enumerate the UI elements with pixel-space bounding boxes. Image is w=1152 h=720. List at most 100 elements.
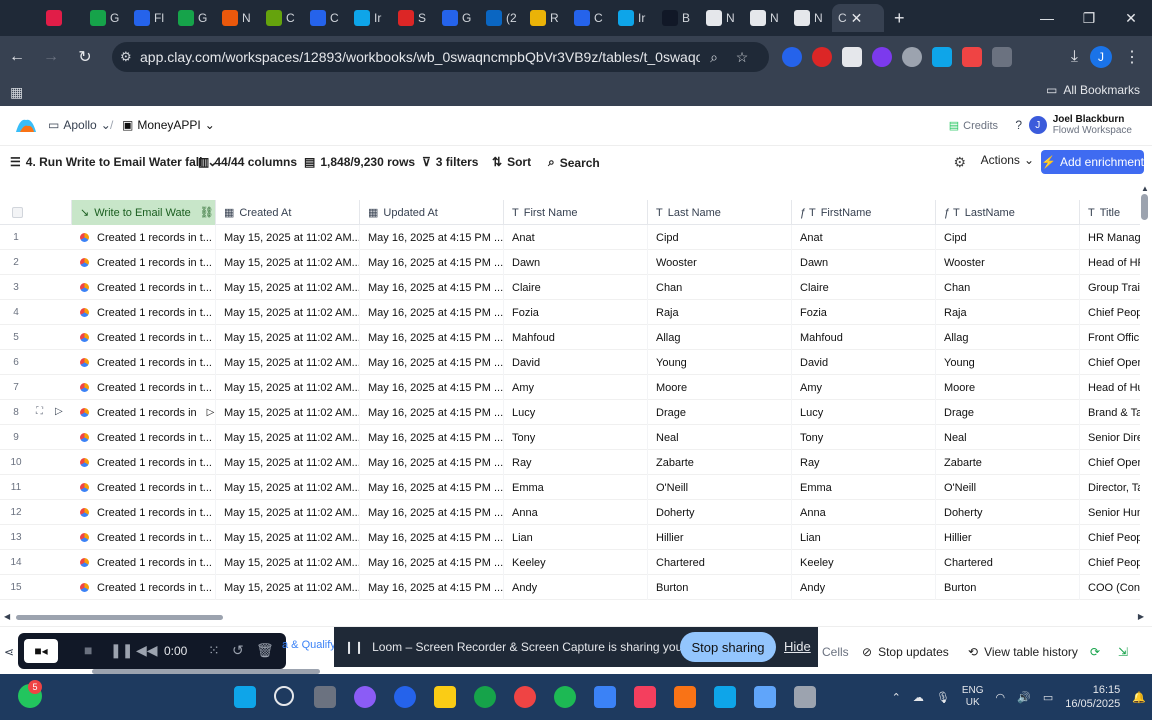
new-tab-icon[interactable]: + xyxy=(894,8,905,29)
table-cell[interactable]: Doherty xyxy=(648,500,792,525)
table-cell[interactable]: Fozia xyxy=(504,300,648,325)
table-cell[interactable]: Front Offic xyxy=(1080,325,1140,350)
table-cell[interactable]: Claire xyxy=(792,275,936,300)
table-cell[interactable]: Created 1 records in t... xyxy=(72,350,216,375)
delete-icon[interactable]: 🗑 xyxy=(256,642,274,659)
table-cell[interactable]: Emma xyxy=(504,475,648,500)
table-row[interactable]: 14 Created 1 records in t... May 15, 2025 … xyxy=(0,550,1140,575)
slack-icon[interactable] xyxy=(474,686,496,708)
table-cell[interactable]: O'Neill xyxy=(936,475,1080,500)
table-cell[interactable]: Chartered xyxy=(648,550,792,575)
apps-grid-icon[interactable]: ▦ xyxy=(10,84,23,101)
calendar-icon[interactable] xyxy=(754,686,776,708)
help-icon[interactable]: ? xyxy=(1015,118,1022,132)
table-cell[interactable]: Chief Peop xyxy=(1080,550,1140,575)
download-icon[interactable]: ⤓ xyxy=(1071,48,1078,66)
forward-icon[interactable]: → xyxy=(34,40,68,74)
table-cell[interactable]: May 16, 2025 at 4:15 PM ... xyxy=(360,475,504,500)
horizontal-scroll-thumb[interactable] xyxy=(16,615,223,620)
extension-icon[interactable] xyxy=(782,47,802,67)
row-number[interactable]: 12 xyxy=(0,500,32,525)
table-cell[interactable]: Hillier xyxy=(936,525,1080,550)
pin-icon[interactable]: ⇲ xyxy=(1118,645,1128,659)
extension-icon[interactable] xyxy=(812,47,832,67)
app-icon[interactable] xyxy=(794,686,816,708)
browser-tab[interactable]: G xyxy=(436,4,480,32)
table-cell[interactable]: COO (Cons xyxy=(1080,575,1140,600)
close-tab-icon[interactable]: ✕ xyxy=(851,10,863,27)
table-cell[interactable]: Burton xyxy=(648,575,792,600)
draw-grid-icon[interactable]: ⁙ xyxy=(208,642,220,659)
column-header[interactable]: T First Name xyxy=(504,200,648,225)
extension-icon[interactable] xyxy=(872,47,892,67)
row-number[interactable]: 8 xyxy=(0,400,32,425)
table-cell[interactable]: Senior Hum xyxy=(1080,500,1140,525)
extension-icon[interactable] xyxy=(842,47,862,67)
table-cell[interactable]: Zabarte xyxy=(648,450,792,475)
table-cell[interactable]: Mahfoud xyxy=(504,325,648,350)
spotify-icon[interactable] xyxy=(554,686,576,708)
taskbar-search-icon[interactable] xyxy=(274,686,294,706)
credits-button[interactable]: ▤ Credits xyxy=(949,119,998,133)
rewind-icon[interactable]: ◀◀ xyxy=(136,642,158,659)
app-icon[interactable] xyxy=(594,686,616,708)
table-cell[interactable]: Created 1 records in t... xyxy=(72,300,216,325)
language-indicator[interactable]: ENG UK xyxy=(962,685,984,709)
scroll-left-icon[interactable]: ◀ xyxy=(4,612,10,621)
table-cell[interactable]: Andy xyxy=(504,575,648,600)
extension-icon[interactable] xyxy=(902,47,922,67)
table-cell[interactable]: Raja xyxy=(936,300,1080,325)
table-row[interactable]: 13 Created 1 records in t... May 15, 2025 … xyxy=(0,525,1140,550)
clay-logo-icon[interactable] xyxy=(14,116,38,134)
table-row[interactable]: 9 Created 1 records in t... May 15, 2025 a… xyxy=(0,425,1140,450)
vertical-scrollbar[interactable]: ▲ xyxy=(1141,184,1149,612)
extension-icon[interactable] xyxy=(962,47,982,67)
microphone-icon[interactable]: 🎙 xyxy=(936,691,950,704)
row-number[interactable]: 3 xyxy=(0,275,32,300)
table-cell[interactable]: Wooster xyxy=(936,250,1080,275)
table-cell[interactable]: May 15, 2025 at 11:02 AM... xyxy=(216,325,360,350)
table-cell[interactable]: May 15, 2025 at 11:02 AM... xyxy=(216,475,360,500)
rows-button[interactable]: ▤ 1,848/9,230 rows xyxy=(304,155,415,169)
browser-tab[interactable]: Fl xyxy=(128,4,172,32)
table-cell[interactable]: Anat xyxy=(792,225,936,250)
table-cell[interactable]: Moore xyxy=(936,375,1080,400)
table-cell[interactable]: May 16, 2025 at 4:15 PM ... xyxy=(360,275,504,300)
table-cell[interactable]: Chan xyxy=(936,275,1080,300)
table-cell[interactable]: May 16, 2025 at 4:15 PM ... xyxy=(360,250,504,275)
table-row[interactable]: 12 Created 1 records in t... May 15, 2025 … xyxy=(0,500,1140,525)
settings-gear-icon[interactable]: ⚙ xyxy=(953,154,966,171)
table-cell[interactable]: Zabarte xyxy=(936,450,1080,475)
table-row[interactable]: 3 Created 1 records in t... May 15, 2025 a… xyxy=(0,275,1140,300)
table-cell[interactable]: O'Neill xyxy=(648,475,792,500)
table-cell[interactable]: Ray xyxy=(504,450,648,475)
add-enrichment-button[interactable]: ⚡ Add enrichment xyxy=(1041,150,1144,174)
table-cell[interactable]: Senior Dire xyxy=(1080,425,1140,450)
table-cell[interactable]: May 16, 2025 at 4:15 PM ... xyxy=(360,500,504,525)
table-row[interactable]: 1 Created 1 records in t... May 15, 2025 a… xyxy=(0,225,1140,250)
table-cell[interactable]: Created 1 records in t... xyxy=(72,475,216,500)
extension-icon[interactable] xyxy=(932,47,952,67)
table-cell[interactable]: Chartered xyxy=(936,550,1080,575)
cloud-icon[interactable]: ☁ xyxy=(913,691,924,704)
clock[interactable]: 16:15 16/05/2025 xyxy=(1065,683,1120,711)
table-cell[interactable]: Lian xyxy=(792,525,936,550)
share-icon[interactable]: ⋖ xyxy=(4,645,14,659)
table-cell[interactable]: May 16, 2025 at 4:15 PM ... xyxy=(360,300,504,325)
table-cell[interactable]: Created 1 records in t... xyxy=(72,275,216,300)
site-info-icon[interactable]: ⚙ xyxy=(120,49,140,65)
table-cell[interactable]: Created 1 records in t... xyxy=(72,450,216,475)
table-cell[interactable]: Created 1 records in t... xyxy=(72,325,216,350)
menu-dots-icon[interactable]: ⋮ xyxy=(1124,47,1140,67)
table-cell[interactable]: Chan xyxy=(648,275,792,300)
chevron-up-icon[interactable]: ⌃ xyxy=(892,691,901,704)
table-cell[interactable]: Fozia xyxy=(792,300,936,325)
table-cell[interactable]: May 15, 2025 at 11:02 AM... xyxy=(216,525,360,550)
hide-link[interactable]: Hide xyxy=(784,639,811,654)
table-cell[interactable]: Raja xyxy=(648,300,792,325)
table-cell[interactable]: Created 1 records in t... xyxy=(72,575,216,600)
table-cell[interactable]: May 15, 2025 at 11:02 AM... xyxy=(216,450,360,475)
table-cell[interactable]: Keeley xyxy=(792,550,936,575)
table-cell[interactable]: Director, Ta xyxy=(1080,475,1140,500)
table-row[interactable]: 6 Created 1 records in t... May 15, 2025 a… xyxy=(0,350,1140,375)
